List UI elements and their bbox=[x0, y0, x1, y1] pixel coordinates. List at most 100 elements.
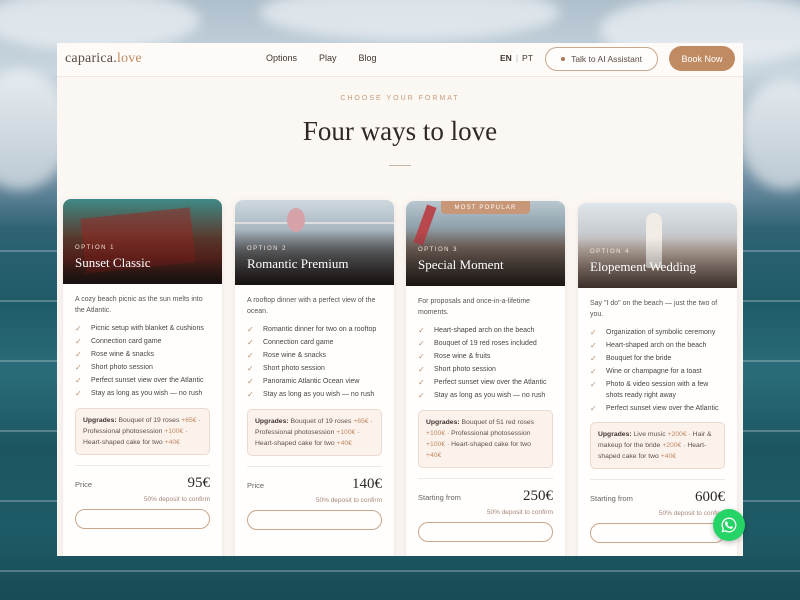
lang-pt[interactable]: PT bbox=[522, 53, 533, 63]
card-sunset-classic: OPTION 1 Sunset Classic A cozy beach pic… bbox=[63, 199, 222, 556]
feature-item: ✓ Stay as long as you wish — no rush bbox=[247, 390, 375, 399]
price-row: Starting from 600€ 50% deposit to confir… bbox=[590, 479, 725, 519]
price-label: Price bbox=[247, 480, 265, 490]
price-label: Price bbox=[75, 479, 93, 489]
nav-links: Options Play Blog bbox=[266, 53, 399, 63]
feature-item: ✓ Stay as long as you wish — no rush bbox=[418, 391, 546, 400]
card-cta-button[interactable] bbox=[247, 509, 382, 530]
whatsapp-chat-button[interactable] bbox=[713, 509, 745, 541]
lang-en[interactable]: EN bbox=[500, 53, 512, 63]
card-option-label: OPTION 1 bbox=[75, 245, 116, 251]
price-value: 600€ bbox=[695, 489, 725, 505]
site-logo[interactable]: caparica.love bbox=[65, 51, 142, 67]
feature-item: ✓ Panoramic Atlantic Ocean view bbox=[247, 377, 360, 386]
check-icon: ✓ bbox=[247, 364, 254, 373]
card-cta-button[interactable] bbox=[75, 508, 210, 529]
upgrades-box: Upgrades: Live music +200€ · Hair & make… bbox=[590, 422, 725, 469]
check-icon: ✓ bbox=[75, 324, 82, 333]
most-popular-badge: MOST POPULAR bbox=[441, 201, 530, 214]
feature-item: ✓ Connection card game bbox=[75, 337, 162, 346]
card-cta-button[interactable] bbox=[418, 521, 553, 542]
card-special-moment: MOST POPULAR OPTION 3 Special Moment For… bbox=[406, 201, 565, 556]
card-photo: OPTION 2 Romantic Premium bbox=[235, 200, 394, 285]
card-photo: OPTION 1 Sunset Classic bbox=[63, 199, 222, 284]
check-icon: ✓ bbox=[418, 326, 425, 335]
feature-item: ✓ Romantic dinner for two on a rooftop bbox=[247, 325, 377, 334]
check-icon: ✓ bbox=[590, 341, 597, 350]
check-icon: ✓ bbox=[75, 376, 82, 385]
book-now-button[interactable]: Book Now bbox=[669, 46, 735, 71]
feature-item: ✓ Perfect sunset view over the Atlantic bbox=[75, 376, 204, 385]
section-title: Four ways to love bbox=[302, 116, 498, 146]
card-elopement-wedding: OPTION 4 Elopement Wedding Say "I do" on… bbox=[578, 203, 737, 556]
card-photo: OPTION 4 Elopement Wedding bbox=[578, 203, 737, 288]
top-navbar: caparica.love Options Play Blog EN | PT Ta… bbox=[57, 43, 743, 77]
check-icon: ✓ bbox=[418, 365, 425, 374]
check-icon: ✓ bbox=[590, 328, 597, 337]
feature-item: ✓ Short photo session bbox=[75, 363, 153, 372]
feature-item: ✓ Heart-shaped arch on the beach bbox=[418, 326, 535, 335]
check-icon: ✓ bbox=[590, 380, 597, 389]
check-icon: ✓ bbox=[590, 403, 597, 413]
check-icon: ✓ bbox=[418, 391, 425, 400]
feature-item: ✓ Bouquet of 19 red roses included bbox=[418, 339, 537, 348]
check-icon: ✓ bbox=[418, 339, 425, 348]
check-icon: ✓ bbox=[247, 351, 254, 360]
whatsapp-icon bbox=[721, 517, 737, 533]
deposit-note: 50% deposit to confirm bbox=[315, 496, 382, 504]
feature-item: ✓ Perfect sunset view over the Atlantic bbox=[418, 378, 547, 387]
check-icon: ✓ bbox=[247, 325, 254, 334]
check-icon: ✓ bbox=[247, 390, 254, 399]
card-option-label: OPTION 3 bbox=[418, 247, 459, 253]
card-title: Special Moment bbox=[418, 257, 504, 272]
language-switcher: EN | PT bbox=[500, 53, 533, 63]
feature-item: ✓ Short photo session bbox=[247, 364, 325, 373]
card-title: Elopement Wedding bbox=[590, 259, 696, 274]
check-icon: ✓ bbox=[247, 338, 254, 347]
nav-link-options[interactable]: Options bbox=[266, 53, 297, 63]
card-title: Romantic Premium bbox=[247, 256, 349, 271]
card-description: A rooftop dinner with a perfect view of … bbox=[247, 297, 376, 315]
check-icon: ✓ bbox=[590, 354, 597, 363]
feature-item: ✓ Heart-shaped arch on the beach bbox=[590, 341, 707, 350]
card-romantic-premium: OPTION 2 Romantic Premium A rooftop dinn… bbox=[235, 200, 394, 556]
website-frame: caparica.love Options Play Blog EN | PT Ta… bbox=[57, 43, 743, 556]
price-row: Price 95€ 50% deposit to confirm bbox=[75, 464, 210, 505]
feature-item: ✓ Picnic setup with blanket & cushions bbox=[75, 324, 204, 333]
check-icon: ✓ bbox=[590, 367, 597, 376]
ai-assistant-button[interactable]: Talk to AI Assistant bbox=[545, 47, 658, 71]
ai-assistant-label: Talk to AI Assistant bbox=[571, 54, 642, 64]
check-icon: ✓ bbox=[75, 337, 82, 346]
feature-item: ✓ Rose wine & snacks bbox=[247, 351, 327, 360]
feature-item: ✓ Rose wine & snacks bbox=[75, 350, 155, 359]
price-label: Starting from bbox=[418, 492, 461, 502]
feature-item: ✓ Connection card game bbox=[247, 338, 334, 347]
check-icon: ✓ bbox=[418, 378, 425, 387]
card-cta-button[interactable] bbox=[590, 523, 725, 543]
status-dot-icon bbox=[561, 57, 566, 61]
card-title: Sunset Classic bbox=[75, 255, 151, 270]
title-divider bbox=[389, 165, 411, 166]
card-description: A cozy beach picnic as the sun melts int… bbox=[75, 296, 203, 314]
upgrades-box: Upgrades: Bouquet of 19 roses +65€ · Pro… bbox=[75, 407, 210, 455]
feature-item: ✓ Bouquet for the bride bbox=[590, 354, 672, 363]
nav-link-play[interactable]: Play bbox=[319, 53, 337, 63]
check-icon: ✓ bbox=[75, 363, 82, 372]
check-icon: ✓ bbox=[75, 389, 82, 398]
check-icon: ✓ bbox=[247, 377, 254, 386]
deposit-note: 50% deposit to confirm bbox=[486, 508, 553, 516]
feature-item: ✓ Wine or champagne for a toast bbox=[590, 367, 702, 376]
price-row: Price 140€ 50% deposit to confirm bbox=[247, 465, 382, 506]
feature-item: ✓ Stay as long as you wish — no rush bbox=[75, 389, 203, 398]
price-label: Starting from bbox=[590, 494, 633, 503]
feature-item: ✓ Rose wine & fruits bbox=[418, 352, 491, 361]
feature-item: ✓ Photo & video session with a few shots … bbox=[590, 380, 725, 401]
card-description: For proposals and once-in-a-lifetime mom… bbox=[418, 298, 531, 316]
card-description: Say "I do" on the beach — just the two o… bbox=[590, 300, 718, 318]
deposit-note: 50% deposit to confirm bbox=[143, 495, 210, 503]
price-row: Starting from 250€ 50% deposit to confir… bbox=[418, 477, 553, 518]
feature-item: ✓ Organization of symbolic ceremony bbox=[590, 328, 716, 337]
card-option-label: OPTION 2 bbox=[247, 246, 288, 252]
nav-link-blog[interactable]: Blog bbox=[359, 53, 377, 63]
check-icon: ✓ bbox=[75, 350, 82, 359]
